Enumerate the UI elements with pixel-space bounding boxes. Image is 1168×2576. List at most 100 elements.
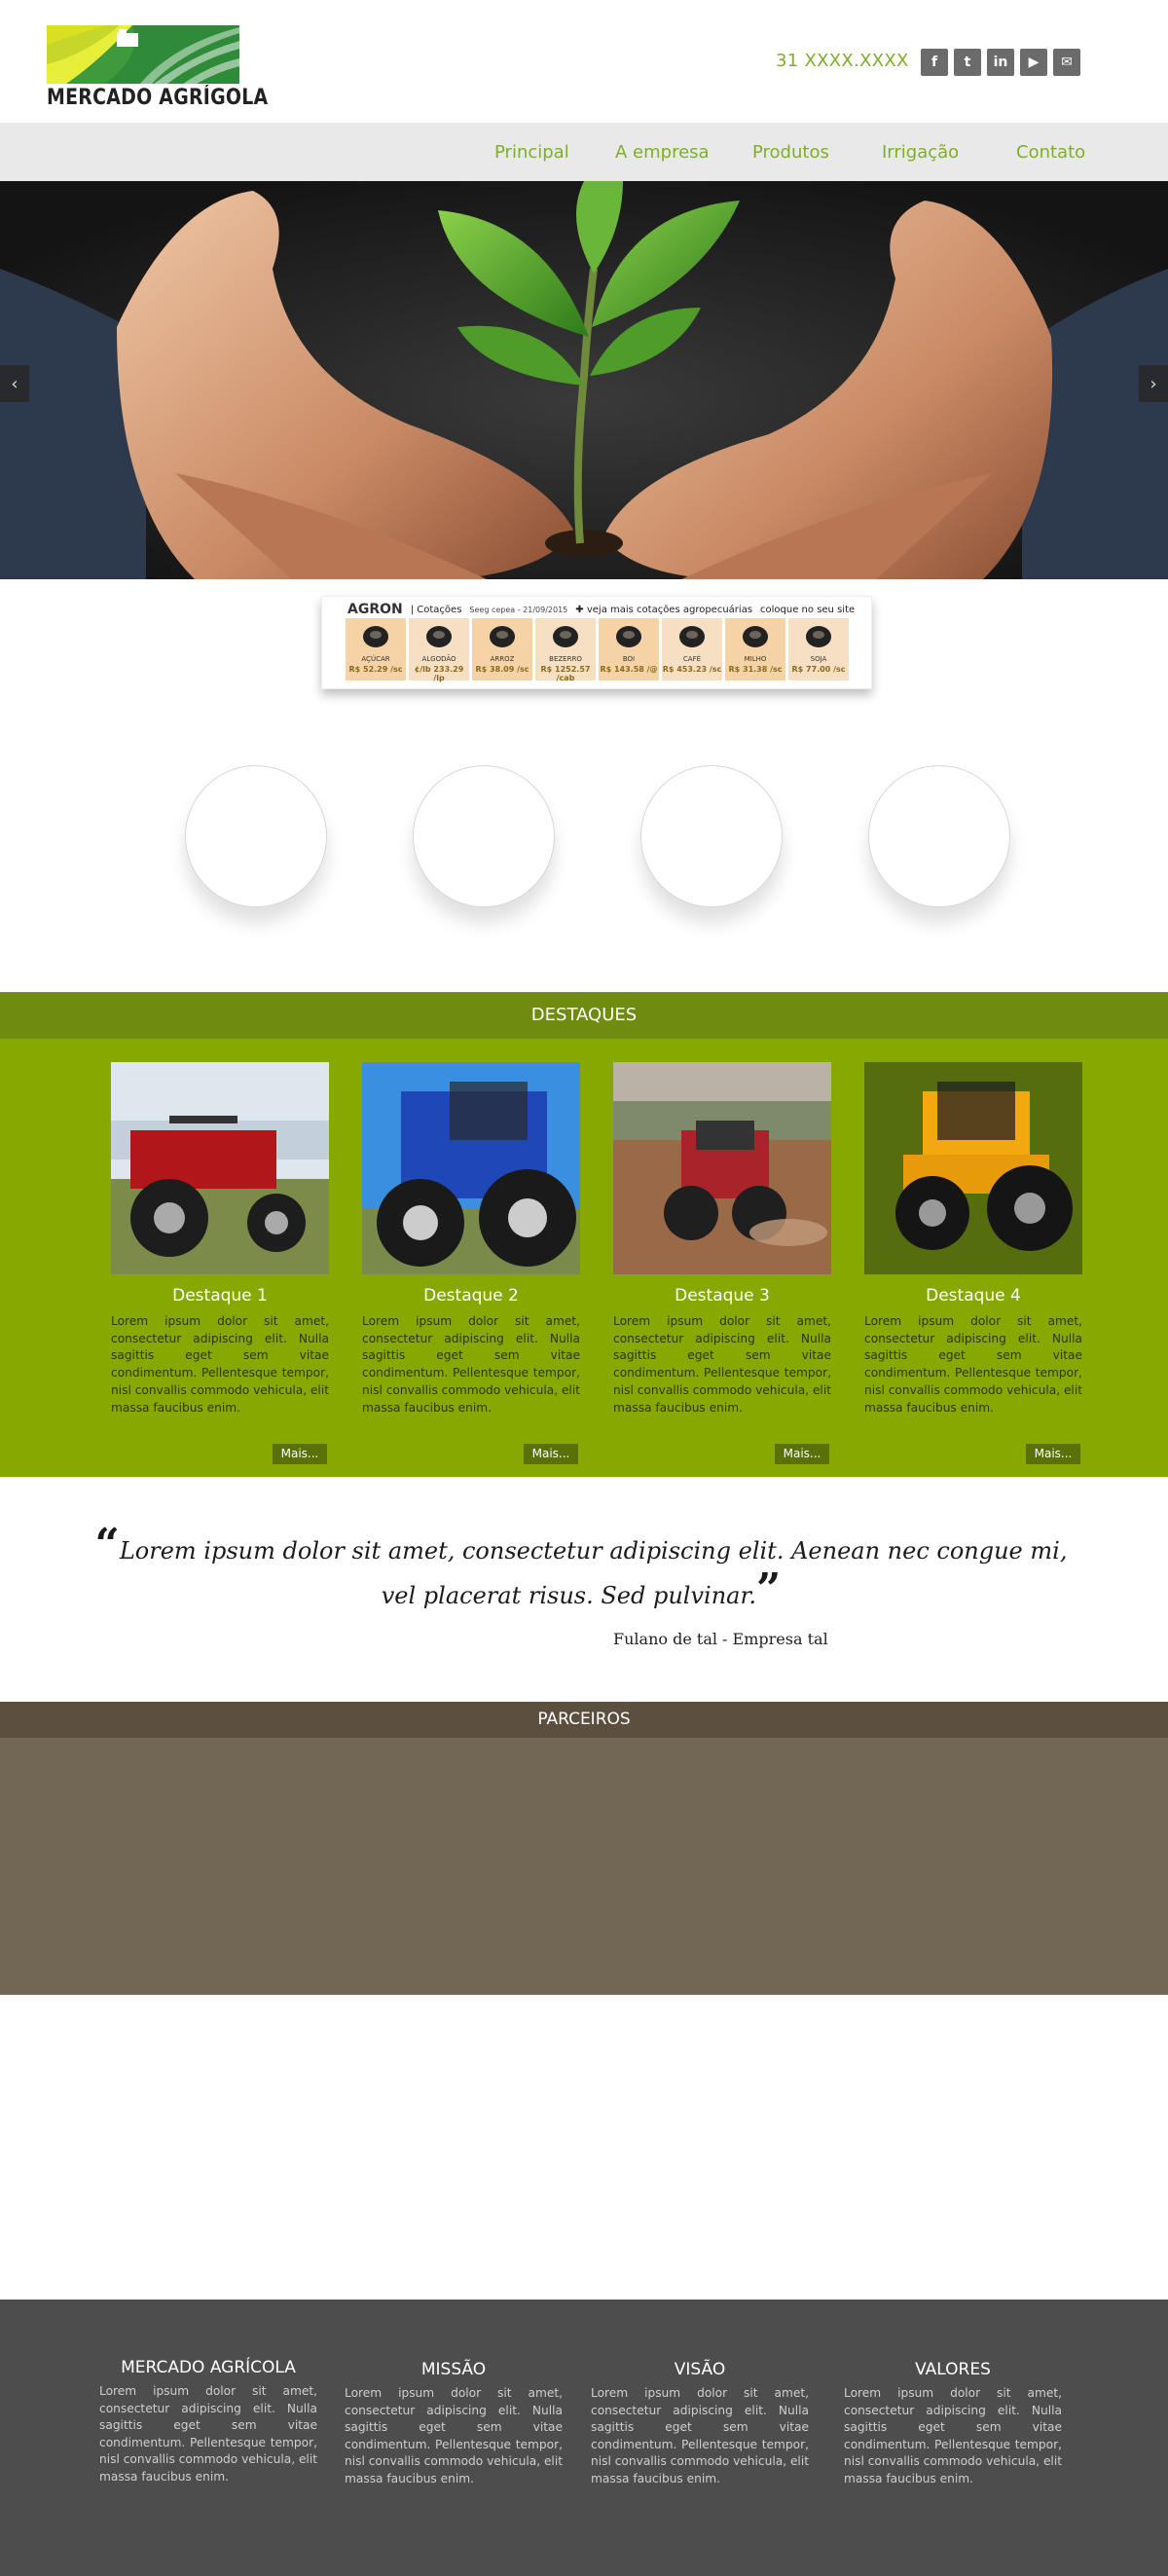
destaque-card: Destaque 2 Lorem ipsum dolor sit amet, c…	[362, 1062, 580, 1464]
commodity-name: BEZERRO	[549, 655, 582, 663]
site-header: MERCADO AGRÍGOLA 31 XXXX.XXXX f t in ▶ ✉	[0, 0, 1168, 123]
commodity-price: ¢/lb 233.29 /lp	[414, 665, 464, 682]
quote-item: ARROZ R$ 38.09 /sc	[472, 618, 532, 681]
hero-next-arrow[interactable]: ›	[1139, 365, 1168, 402]
destaque-card: Destaque 4 Lorem ipsum dolor sit amet, c…	[864, 1062, 1082, 1464]
destaque-image[interactable]	[613, 1062, 831, 1274]
quotes-more-link[interactable]: ✚ veja mais cotações agropecuárias	[575, 605, 752, 615]
destaque-title: Destaque 1	[172, 1286, 268, 1306]
quotes-widget: AGRON | Cotações Seeg cepea - 21/09/2015…	[321, 596, 872, 689]
logo[interactable]: MERCADO AGRÍGOLA	[47, 25, 269, 117]
hero-prev-arrow[interactable]: ‹	[0, 365, 29, 402]
testimonial-text: Lorem ipsum dolor sit amet, consectetur …	[119, 1537, 1068, 1609]
commodity-price: R$ 52.29 /sc	[348, 665, 403, 674]
parceiros-heading: PARCEIROS	[0, 1702, 1168, 1738]
commodity-icon	[359, 622, 392, 649]
destaque-card: Destaque 1 Lorem ipsum dolor sit amet, c…	[111, 1062, 329, 1464]
commodity-price: R$ 453.23 /sc	[662, 665, 722, 674]
quote-item: MILHO R$ 31.38 /sc	[725, 618, 785, 681]
footer-column: VALORES Lorem ipsum dolor sit amet, cons…	[844, 2360, 1062, 2488]
destaque-image[interactable]	[111, 1062, 329, 1274]
footer-column-title: MISSÃO	[420, 2360, 487, 2379]
feature-circle[interactable]	[640, 765, 783, 907]
feature-circle[interactable]	[185, 765, 327, 907]
logo-mark	[47, 25, 239, 84]
feature-circle[interactable]	[868, 765, 1010, 907]
footer-column-text: Lorem ipsum dolor sit amet, consectetur …	[345, 2386, 563, 2485]
commodity-price: R$ 38.09 /sc	[475, 665, 529, 674]
footer-column: MISSÃO Lorem ipsum dolor sit amet, conse…	[345, 2360, 563, 2488]
commodity-icon	[675, 622, 709, 649]
destaque-more-button[interactable]: Mais...	[1026, 1444, 1080, 1464]
close-quote-icon: ”	[755, 1564, 782, 1614]
footer-column-text: Lorem ipsum dolor sit amet, consectetur …	[591, 2386, 809, 2485]
testimonial-quote: “Lorem ipsum dolor sit amet, consectetur…	[90, 1524, 1073, 1618]
footer-column-title: MERCADO AGRÍCOLA	[121, 2358, 296, 2377]
quote-item: CAFÉ R$ 453.23 /sc	[662, 618, 722, 681]
footer-column-title: VALORES	[915, 2360, 991, 2379]
feature-circle[interactable]	[413, 765, 555, 907]
footer-column: MERCADO AGRÍCOLA Lorem ipsum dolor sit a…	[99, 2358, 317, 2486]
commodity-name: AÇÚCAR	[361, 655, 390, 663]
nav-item-contato[interactable]: Contato	[1016, 142, 1085, 163]
commodity-name: MILHO	[744, 655, 767, 663]
youtube-icon[interactable]: ▶	[1020, 49, 1047, 76]
main-nav: Principal A empresa Produtos Irrigação C…	[0, 123, 1168, 181]
quote-item: SOJA R$ 77.00 /sc	[788, 618, 849, 681]
commodity-price: R$ 31.38 /sc	[728, 665, 783, 674]
open-quote-icon: “	[94, 1520, 120, 1569]
nav-item-principal[interactable]: Principal	[494, 142, 569, 163]
destaque-text: Lorem ipsum dolor sit amet, consectetur …	[864, 1314, 1082, 1415]
commodity-icon	[802, 622, 835, 649]
destaque-title: Destaque 4	[926, 1286, 1021, 1306]
hero-image	[0, 181, 1168, 579]
commodity-name: SOJA	[810, 655, 827, 663]
linkedin-icon[interactable]: in	[987, 49, 1014, 76]
footer-column-text: Lorem ipsum dolor sit amet, consectetur …	[99, 2384, 317, 2484]
commodity-icon	[612, 622, 645, 649]
footer-column-text: Lorem ipsum dolor sit amet, consectetur …	[844, 2386, 1062, 2485]
footer-column-title: VISÃO	[674, 2360, 726, 2379]
nav-item-irrigacao[interactable]: Irrigação	[882, 142, 959, 163]
hero-slider	[0, 181, 1168, 579]
destaque-more-button[interactable]: Mais...	[273, 1444, 327, 1464]
quote-item: AÇÚCAR R$ 52.29 /sc	[346, 618, 406, 681]
destaque-text: Lorem ipsum dolor sit amet, consectetur …	[362, 1314, 580, 1415]
facebook-icon[interactable]: f	[921, 49, 948, 76]
quotes-section-label: | Cotações	[410, 604, 462, 615]
parceiros-section	[0, 1738, 1168, 1995]
destaques-heading: DESTAQUES	[0, 992, 1168, 1039]
quotes-site-link[interactable]: coloque no seu site	[760, 605, 855, 615]
quote-item: ALGODÃO ¢/lb 233.29 /lp	[409, 618, 469, 682]
commodity-price: R$ 77.00 /sc	[791, 665, 846, 674]
destaque-card: Destaque 3 Lorem ipsum dolor sit amet, c…	[613, 1062, 831, 1464]
site-footer: MERCADO AGRÍCOLA Lorem ipsum dolor sit a…	[0, 2300, 1168, 2576]
quote-item: BEZERRO R$ 1252.57 /cab	[535, 618, 596, 682]
footer-column: VISÃO Lorem ipsum dolor sit amet, consec…	[591, 2360, 809, 2488]
nav-item-produtos[interactable]: Produtos	[752, 142, 829, 163]
testimonial-author: Fulano de tal - Empresa tal	[613, 1630, 828, 1648]
destaques-section: Destaque 1 Lorem ipsum dolor sit amet, c…	[0, 1039, 1168, 1477]
commodity-icon	[422, 622, 456, 649]
commodity-name: CAFÉ	[682, 655, 702, 663]
destaque-text: Lorem ipsum dolor sit amet, consectetur …	[111, 1314, 329, 1415]
commodity-name: BOI	[622, 655, 636, 663]
mail-icon[interactable]: ✉	[1053, 49, 1080, 76]
commodity-name: ALGODÃO	[421, 655, 456, 663]
destaque-title: Destaque 3	[675, 1286, 770, 1306]
quotes-date: Seeg cepea - 21/09/2015	[469, 605, 568, 614]
logo-text: MERCADO AGRÍGOLA	[47, 86, 269, 110]
quote-item: BOI R$ 143.58 /@	[599, 618, 659, 681]
destaque-image[interactable]	[362, 1062, 580, 1274]
commodity-price: R$ 143.58 /@	[600, 665, 658, 674]
twitter-icon[interactable]: t	[954, 49, 981, 76]
destaque-more-button[interactable]: Mais...	[775, 1444, 829, 1464]
phone-number: 31 XXXX.XXXX	[776, 51, 909, 71]
destaque-more-button[interactable]: Mais...	[524, 1444, 578, 1464]
commodity-icon	[739, 622, 772, 649]
commodity-icon	[549, 622, 582, 649]
destaque-text: Lorem ipsum dolor sit amet, consectetur …	[613, 1314, 831, 1415]
nav-item-a-empresa[interactable]: A empresa	[615, 142, 710, 163]
destaque-image[interactable]	[864, 1062, 1082, 1274]
social-links: f t in ▶ ✉	[921, 49, 1080, 76]
